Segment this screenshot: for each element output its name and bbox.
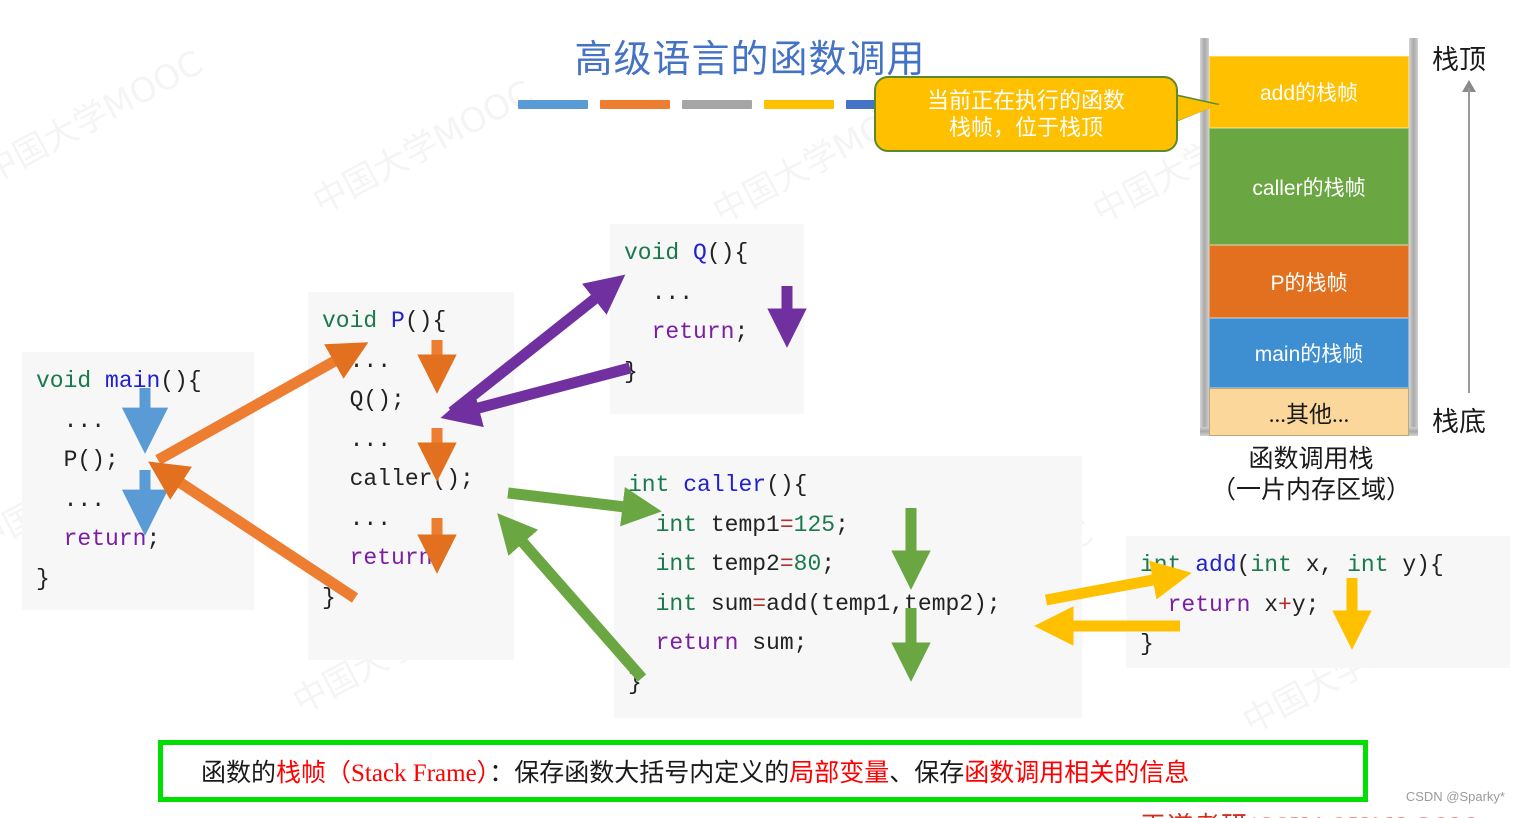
footer-brand: 王道考研/CSKAOYAN.COM <box>1140 806 1476 818</box>
definition-text: 函数的栈帧（Stack Frame）：保存函数大括号内定义的局部变量、保存函数调… <box>201 753 1189 789</box>
code-block-q: void Q(){ ... return; } <box>610 224 804 414</box>
stack-frame-main: main的栈帧 <box>1209 318 1409 388</box>
stack-caption: 函数调用栈 （一片内存区域） <box>1210 446 1411 504</box>
code-block-add: int add(int x, int y){ return x+y; } <box>1126 536 1510 668</box>
stack-frame-caller: caller的栈帧 <box>1209 128 1409 245</box>
credit-watermark: CSDN @Sparky* <box>1405 789 1505 804</box>
definition-prefix: 函数的 <box>201 760 277 787</box>
stack-axis-line <box>1468 88 1470 393</box>
stack-frame-add: add的栈帧 <box>1209 56 1409 128</box>
dash-orange <box>600 100 670 109</box>
stack-frame-label: main的栈帧 <box>1254 343 1364 366</box>
accent-dash-row <box>518 100 916 109</box>
watermark: 中国大学MOOC <box>0 36 210 193</box>
stack-frame-label: P的栈帧 <box>1270 271 1348 295</box>
stack-frame-list: add的栈帧 caller的栈帧 P的栈帧 main的栈帧 ...其他... <box>1209 56 1409 436</box>
code-block-p: void P(){ ... Q(); ... caller(); ... ret… <box>308 292 514 660</box>
definition-highlight-1: 局部变量 <box>789 760 890 787</box>
page-title: 高级语言的函数调用 <box>574 39 926 81</box>
callout-text: 当前正在执行的函数 栈帧，位于栈顶 <box>926 87 1125 141</box>
stack-bottom-label: 栈底 <box>1432 407 1486 437</box>
definition-middle: ：保存函数大括号内定义的 <box>489 760 790 787</box>
dash-gray <box>682 100 752 109</box>
stack-frame-other: ...其他... <box>1209 388 1409 436</box>
stack-top-label: 栈顶 <box>1432 45 1486 75</box>
slide-canvas: 中国大学MOOC 中国大学MOOC 中国大学MOOC 中国大学MOOC 中国大学… <box>0 0 1513 818</box>
dash-blue <box>518 100 588 109</box>
definition-term: 栈帧（Stack Frame） <box>276 760 490 787</box>
callout-tail <box>1172 95 1218 123</box>
code-block-main: void main(){ ... P(); ... return; } <box>22 352 254 610</box>
callout-current-frame: 当前正在执行的函数 栈帧，位于栈顶 <box>874 76 1178 152</box>
definition-highlight-2: 函数调用相关的信息 <box>964 760 1190 787</box>
watermark: 中国大学MOOC <box>303 66 540 223</box>
stack-wall-right <box>1409 38 1418 436</box>
stack-frame-label: caller的栈帧 <box>1252 176 1366 200</box>
call-stack-diagram: add的栈帧 caller的栈帧 P的栈帧 main的栈帧 ...其他... <box>1200 38 1418 436</box>
stack-frame-label: ...其他... <box>1268 402 1350 427</box>
definition-middle-2: 、保存 <box>889 760 965 787</box>
definition-box: 函数的栈帧（Stack Frame）：保存函数大括号内定义的局部变量、保存函数调… <box>158 740 1368 802</box>
stack-frame-p: P的栈帧 <box>1209 245 1409 318</box>
stack-axis: 栈顶 栈底 <box>1428 38 1513 438</box>
stack-frame-label: add的栈帧 <box>1259 82 1359 105</box>
dash-yellow <box>764 100 834 109</box>
code-block-caller: int caller(){ int temp1=125; int temp2=8… <box>614 456 1082 718</box>
